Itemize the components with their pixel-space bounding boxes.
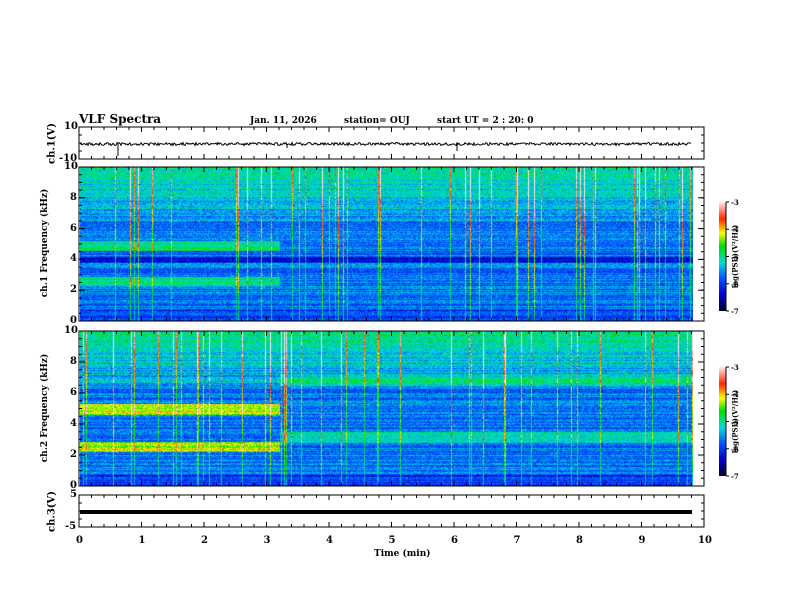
y-tick-label: -5 — [65, 521, 77, 532]
y-tick-label: 8 — [70, 356, 77, 367]
colorbar-tick-label: -7 — [731, 307, 739, 316]
x-axis-label: Time (min) — [374, 549, 431, 559]
y-tick-label: 2 — [70, 449, 77, 460]
y-tick-label: 10 — [64, 161, 78, 172]
panel-frame — [78, 166, 705, 322]
colorbar-tick-label: -7 — [731, 472, 739, 481]
y-tick-label: 8 — [70, 191, 77, 203]
ch1-frequency-label: ch.1 Frequency (kHz) — [40, 188, 50, 298]
colorbar-tick-label: -5 — [731, 252, 739, 262]
ch2-frequency-label: ch.2 Frequency (kHz) — [40, 353, 50, 463]
colorbar-tick-label: -3 — [731, 198, 739, 207]
x-tick-label: 4 — [326, 535, 333, 546]
colorbar-tick-label: -3 — [731, 363, 739, 372]
colorbar-tick-label: -6 — [731, 279, 739, 289]
x-tick-label: 6 — [451, 535, 458, 546]
colorbar-tick-label: -5 — [731, 417, 739, 427]
colorbar-tick-label: -4 — [731, 225, 739, 235]
y-tick-label: 5 — [70, 489, 77, 500]
panel-frame — [78, 330, 705, 487]
y-tick-label: 6 — [70, 387, 77, 398]
colorbar-tick-label: -6 — [731, 444, 739, 454]
y-tick-label: 10 — [64, 121, 78, 132]
x-tick-label: 8 — [576, 535, 583, 546]
x-tick-label: 9 — [638, 535, 646, 546]
y-tick-label: 4 — [70, 253, 77, 265]
x-tick-label: 7 — [513, 535, 521, 546]
y-tick-label: 6 — [70, 222, 77, 234]
x-tick-label: 2 — [201, 535, 208, 546]
y-tick-label: 4 — [70, 418, 77, 429]
vlf-spectra-figure: VLF Spectra Jan. 11, 2026 station= OUJ s… — [0, 0, 792, 612]
y-tick-label: 2 — [70, 284, 77, 296]
ch1-waveform — [80, 141, 692, 147]
x-tick-label: 10 — [698, 535, 712, 546]
x-tick-label: 0 — [76, 535, 83, 546]
ch3-voltage-label: ch.3(V) — [46, 490, 58, 533]
x-tick-label: 5 — [388, 535, 396, 546]
x-tick-label: 1 — [138, 535, 146, 546]
ch1-voltage-label: ch.1(V) — [46, 122, 58, 165]
axes-layer — [78, 126, 729, 528]
y-tick-label: 10 — [64, 325, 78, 336]
x-tick-label: 3 — [263, 535, 271, 546]
colorbar-tick-label: -4 — [731, 390, 739, 400]
